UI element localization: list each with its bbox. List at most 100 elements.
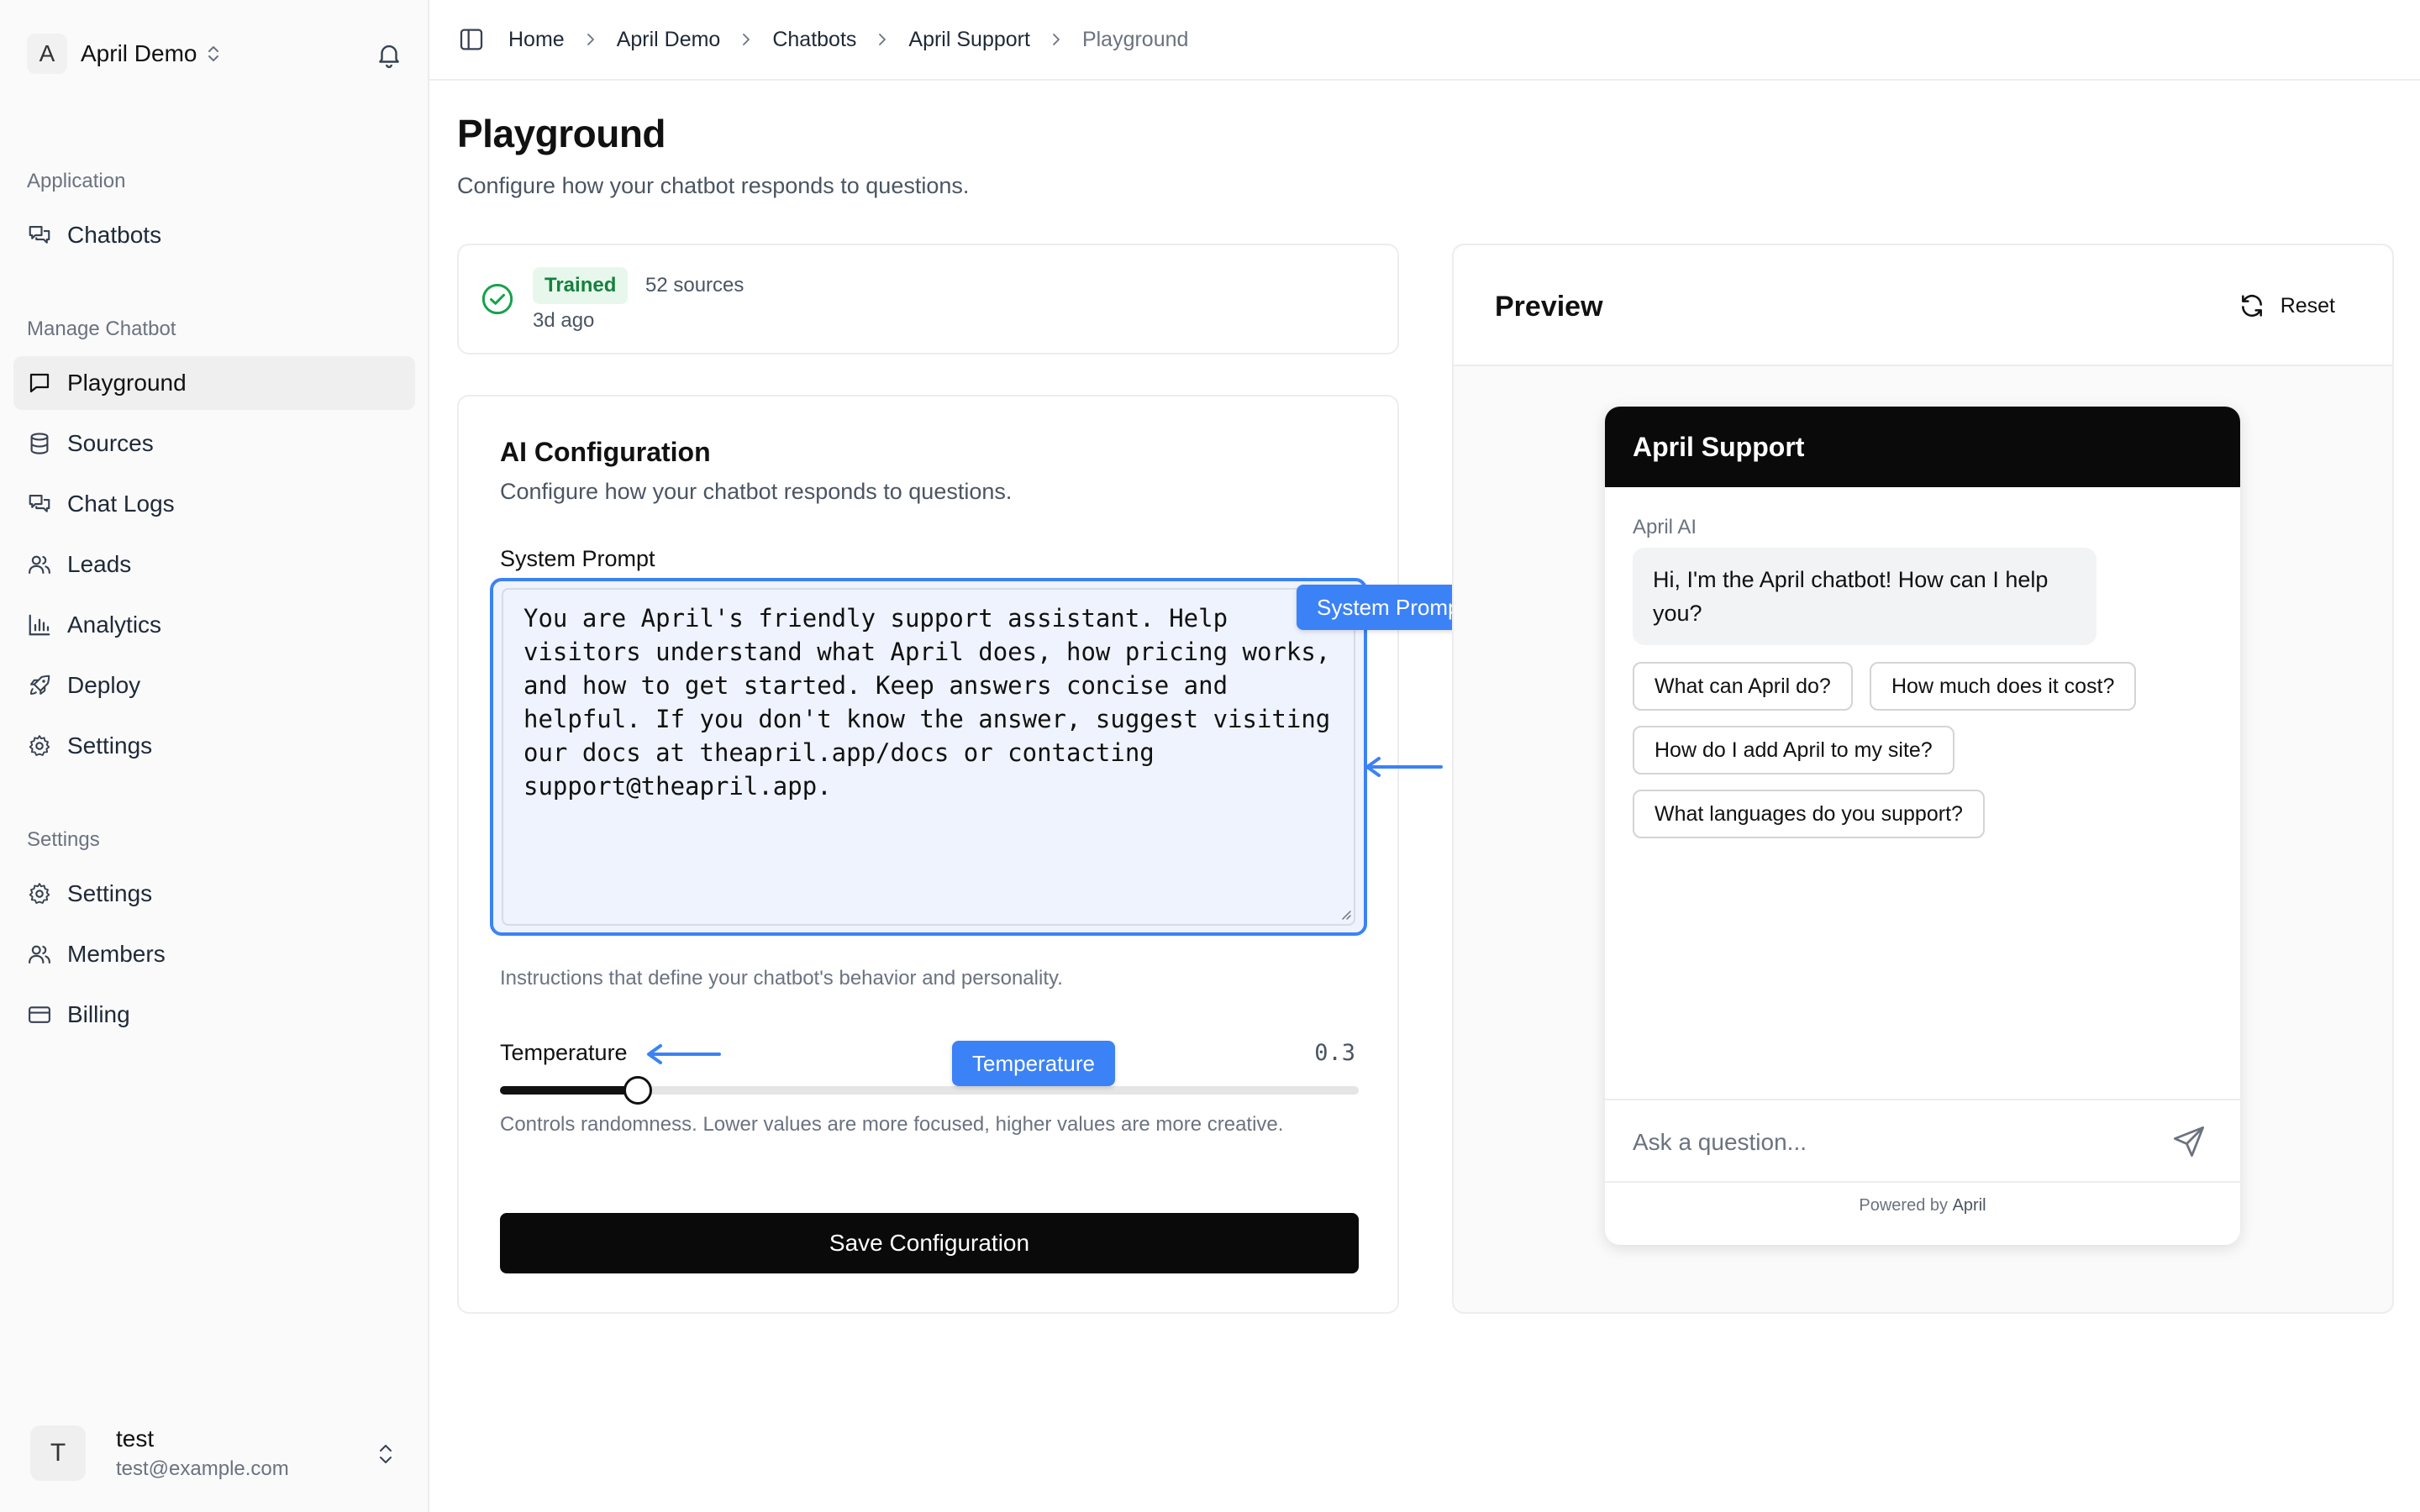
database-icon bbox=[27, 431, 52, 456]
sidebar-toggle-icon[interactable] bbox=[458, 26, 485, 53]
chevrons-up-down-icon bbox=[380, 1445, 392, 1463]
chat-widget-header: April Support bbox=[1605, 407, 2240, 487]
temperature-slider[interactable] bbox=[500, 1076, 1359, 1105]
sidebar-item-chat-logs[interactable]: Chat Logs bbox=[13, 477, 415, 531]
user-menu[interactable]: T test test@example.com bbox=[13, 1410, 415, 1497]
chevron-right-icon bbox=[743, 34, 750, 45]
system-prompt-help: Instructions that define your chatbot's … bbox=[500, 967, 1063, 990]
suggestion-chip[interactable]: What languages do you support? bbox=[1633, 790, 1985, 838]
topbar: Home April Demo Chatbots April Support P… bbox=[429, 0, 2420, 81]
chat-input-row bbox=[1605, 1099, 2240, 1183]
bot-message: Hi, I'm the April chatbot! How can I hel… bbox=[1633, 548, 2096, 645]
users-icon bbox=[27, 552, 52, 577]
arrow-left-icon bbox=[1365, 757, 1443, 777]
system-prompt-textarea[interactable]: You are April's friendly support assista… bbox=[502, 588, 1355, 926]
suggestion-chip[interactable]: How do I add April to my site? bbox=[1633, 726, 1954, 774]
avatar: T bbox=[30, 1425, 86, 1481]
powered-by: Powered by April bbox=[1605, 1196, 2240, 1215]
resize-handle-icon[interactable] bbox=[1339, 907, 1352, 921]
preview-header: Preview Reset bbox=[1454, 245, 2392, 366]
sidebar-item-sources[interactable]: Sources bbox=[13, 417, 415, 470]
sidebar-item-analytics[interactable]: Analytics bbox=[13, 598, 415, 652]
rocket-icon bbox=[27, 673, 52, 698]
temperature-value: 0.3 bbox=[1314, 1040, 1355, 1066]
workspace-avatar: A bbox=[27, 34, 67, 74]
sidebar-item-billing[interactable]: Billing bbox=[13, 988, 415, 1042]
sidebar-item-label: Leads bbox=[67, 551, 132, 577]
ai-configuration-card: AI Configuration Configure how your chat… bbox=[457, 395, 1399, 1314]
check-circle-icon bbox=[481, 283, 513, 315]
sidebar-item-label: Members bbox=[67, 941, 166, 967]
sidebar-item-settings[interactable]: Settings bbox=[13, 867, 415, 921]
sidebar-item-label: Settings bbox=[67, 732, 153, 759]
training-status-card: Trained 52 sources 3d ago bbox=[457, 244, 1399, 354]
suggestion-chip[interactable]: How much does it cost? bbox=[1870, 662, 2137, 711]
suggestion-chip[interactable]: What can April do? bbox=[1633, 662, 1853, 711]
config-subtitle: Configure how your chatbot responds to q… bbox=[500, 479, 1013, 504]
powered-by-brand[interactable]: April bbox=[1953, 1196, 1986, 1215]
workspace-switcher[interactable]: A April Demo bbox=[27, 34, 403, 74]
page-title: Playground bbox=[457, 112, 666, 155]
chat-input[interactable] bbox=[1633, 1124, 2154, 1161]
sidebar-item-label: Playground bbox=[67, 370, 187, 396]
chevron-right-icon bbox=[1053, 34, 1060, 45]
chats-icon bbox=[27, 491, 52, 517]
page-subtitle: Configure how your chatbot responds to q… bbox=[457, 173, 970, 198]
section-label-manage-chatbot: Manage Chatbot bbox=[27, 318, 176, 340]
bar-chart-icon bbox=[27, 612, 52, 638]
sidebar-item-members[interactable]: Members bbox=[13, 927, 415, 981]
temperature-help: Controls randomness. Lower values are mo… bbox=[500, 1113, 1284, 1136]
sidebar-item-label: Sources bbox=[67, 430, 154, 456]
sidebar-item-label: Billing bbox=[67, 1001, 130, 1027]
sidebar-item-label: Settings bbox=[67, 880, 153, 906]
send-icon[interactable] bbox=[2171, 1124, 2207, 1159]
breadcrumb-workspace[interactable]: April Demo bbox=[617, 28, 721, 52]
sidebar-item-label: Chatbots bbox=[67, 222, 162, 248]
gear-icon bbox=[27, 881, 52, 906]
chevrons-up-down-icon bbox=[208, 46, 219, 61]
powered-by-prefix: Powered by bbox=[1859, 1196, 1949, 1215]
sidebar-item-label: Deploy bbox=[67, 672, 141, 698]
user-email: test@example.com bbox=[116, 1457, 289, 1480]
sidebar-item-label: Analytics bbox=[67, 612, 162, 638]
chevron-right-icon bbox=[587, 34, 594, 45]
system-prompt-label: System Prompt bbox=[500, 546, 655, 571]
users-icon bbox=[27, 942, 52, 967]
chats-icon bbox=[27, 223, 52, 248]
temperature-slider-fill bbox=[500, 1086, 638, 1095]
breadcrumb-current: Playground bbox=[1081, 27, 1189, 51]
breadcrumb-chatbot[interactable]: April Support bbox=[908, 28, 1030, 52]
system-prompt-highlight: You are April's friendly support assista… bbox=[490, 578, 1367, 936]
temperature-slider-thumb[interactable] bbox=[623, 1076, 652, 1105]
config-title: AI Configuration bbox=[500, 437, 711, 467]
breadcrumb: Home April Demo Chatbots April Support P… bbox=[508, 28, 1188, 52]
sidebar-item-playground[interactable]: Playground bbox=[13, 356, 415, 410]
sidebar-item-label: Chat Logs bbox=[67, 491, 175, 517]
reset-label: Reset bbox=[2280, 293, 2335, 318]
app-root: A April Demo Application Chatbots Manage… bbox=[0, 0, 2420, 1512]
sidebar: A April Demo Application Chatbots Manage… bbox=[0, 0, 429, 1512]
arrow-left-icon bbox=[647, 1044, 721, 1064]
bot-name: April AI bbox=[1633, 516, 1697, 538]
refresh-icon bbox=[2241, 294, 2262, 318]
sidebar-item-leads[interactable]: Leads bbox=[13, 538, 415, 591]
message-square-icon bbox=[27, 370, 52, 396]
credit-card-icon bbox=[27, 1002, 52, 1027]
save-configuration-button[interactable]: Save Configuration bbox=[500, 1213, 1359, 1273]
status-badge: Trained bbox=[533, 267, 629, 304]
workspace-name: April Demo bbox=[81, 40, 197, 66]
chevron-right-icon bbox=[879, 34, 886, 45]
sidebar-item-chatbot-settings[interactable]: Settings bbox=[13, 719, 415, 773]
gear-icon bbox=[27, 733, 52, 759]
breadcrumb-home[interactable]: Home bbox=[508, 28, 565, 52]
breadcrumb-chatbots[interactable]: Chatbots bbox=[772, 28, 856, 52]
sidebar-item-chatbots[interactable]: Chatbots bbox=[13, 208, 415, 262]
bell-icon[interactable] bbox=[375, 40, 403, 69]
chat-widget: April Support April AI Hi, I'm the April… bbox=[1605, 407, 2240, 1245]
temperature-label: Temperature bbox=[500, 1040, 628, 1065]
sidebar-item-deploy[interactable]: Deploy bbox=[13, 659, 415, 712]
user-name: test bbox=[116, 1425, 155, 1452]
reset-button[interactable]: Reset bbox=[2238, 292, 2335, 319]
section-label-settings: Settings bbox=[27, 828, 100, 851]
preview-title: Preview bbox=[1495, 291, 1603, 323]
